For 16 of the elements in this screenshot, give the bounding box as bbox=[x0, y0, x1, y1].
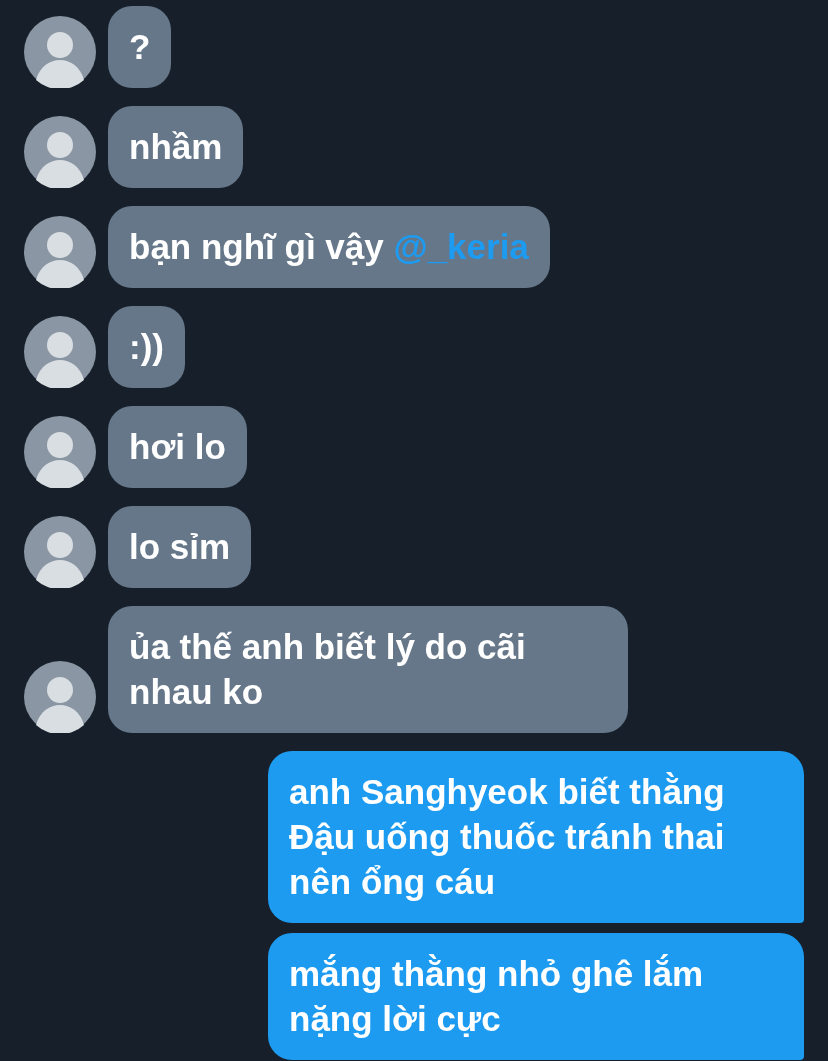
received-message: nhầm bbox=[108, 106, 244, 188]
avatar-icon[interactable] bbox=[24, 661, 96, 733]
received-message: ? bbox=[108, 6, 172, 88]
received-message: :)) bbox=[108, 306, 185, 388]
received-message: ủa thế anh biết lý do cãi nhau ko bbox=[108, 606, 628, 733]
avatar-icon[interactable] bbox=[24, 216, 96, 288]
avatar-icon[interactable] bbox=[24, 416, 96, 488]
received-message: hơi lo bbox=[108, 406, 247, 488]
received-message: bạn nghĩ gì vậy @_keria bbox=[108, 206, 550, 288]
avatar-icon[interactable] bbox=[24, 516, 96, 588]
sent-message: mắng thằng nhỏ ghê lắm nặng lời cực bbox=[268, 933, 804, 1060]
sent-message: anh Sanghyeok biết thằng Đậu uống thuốc tránh thai nên ổng cáu bbox=[268, 751, 804, 923]
received-message: lo sỉm bbox=[108, 506, 252, 588]
avatar-icon[interactable] bbox=[24, 16, 96, 88]
avatar-icon[interactable] bbox=[24, 116, 96, 188]
avatar-icon[interactable] bbox=[24, 316, 96, 388]
